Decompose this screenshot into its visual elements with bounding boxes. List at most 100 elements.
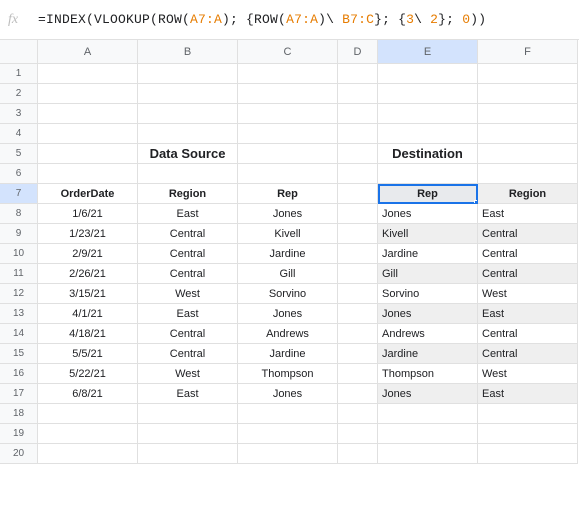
cell-F2[interactable]	[478, 84, 578, 104]
source-region[interactable]: Central	[138, 324, 238, 344]
cell-D7[interactable]	[338, 184, 378, 204]
source-orderdate[interactable]: 1/23/21	[38, 224, 138, 244]
source-region[interactable]: Central	[138, 224, 238, 244]
cell-A6[interactable]	[38, 164, 138, 184]
cell-C18[interactable]	[238, 404, 338, 424]
row-header-13[interactable]: 13	[0, 304, 38, 324]
dest-rep[interactable]: Jardine	[378, 344, 478, 364]
row-header-20[interactable]: 20	[0, 444, 38, 464]
cell-E3[interactable]	[378, 104, 478, 124]
source-region[interactable]: Central	[138, 344, 238, 364]
dest-rep[interactable]: Jones	[378, 384, 478, 404]
source-region[interactable]: West	[138, 364, 238, 384]
dest-region[interactable]: Central	[478, 244, 578, 264]
cell-D20[interactable]	[338, 444, 378, 464]
dest-rep[interactable]: Jardine	[378, 244, 478, 264]
dest-region[interactable]: West	[478, 284, 578, 304]
cell-F1[interactable]	[478, 64, 578, 84]
source-orderdate[interactable]: 2/26/21	[38, 264, 138, 284]
cell-E20[interactable]	[378, 444, 478, 464]
source-header-orderdate[interactable]: OrderDate	[38, 184, 138, 204]
dest-region[interactable]: Central	[478, 324, 578, 344]
row-header-12[interactable]: 12	[0, 284, 38, 304]
column-header-A[interactable]: A	[38, 40, 138, 64]
row-header-16[interactable]: 16	[0, 364, 38, 384]
cell-C6[interactable]	[238, 164, 338, 184]
source-rep[interactable]: Kivell	[238, 224, 338, 244]
cell-D13[interactable]	[338, 304, 378, 324]
cell-E6[interactable]	[378, 164, 478, 184]
source-region[interactable]: Central	[138, 244, 238, 264]
column-header-E[interactable]: E	[378, 40, 478, 64]
destination-title[interactable]: Destination	[378, 144, 478, 164]
source-rep[interactable]: Andrews	[238, 324, 338, 344]
cell-A20[interactable]	[38, 444, 138, 464]
cell-D12[interactable]	[338, 284, 378, 304]
dest-rep[interactable]: Jones	[378, 304, 478, 324]
source-rep[interactable]: Jones	[238, 304, 338, 324]
row-header-10[interactable]: 10	[0, 244, 38, 264]
cell-A5[interactable]	[38, 144, 138, 164]
cell-D9[interactable]	[338, 224, 378, 244]
source-rep[interactable]: Gill	[238, 264, 338, 284]
cell-F18[interactable]	[478, 404, 578, 424]
source-orderdate[interactable]: 6/8/21	[38, 384, 138, 404]
source-region[interactable]: Central	[138, 264, 238, 284]
source-rep[interactable]: Jones	[238, 384, 338, 404]
cell-A4[interactable]	[38, 124, 138, 144]
formula-input[interactable]: =INDEX(VLOOKUP(ROW(A7:A); {ROW(A7:A)\ B7…	[32, 12, 486, 27]
cell-D6[interactable]	[338, 164, 378, 184]
dest-region[interactable]: West	[478, 364, 578, 384]
cell-C2[interactable]	[238, 84, 338, 104]
cell-D18[interactable]	[338, 404, 378, 424]
row-header-7[interactable]: 7	[0, 184, 38, 204]
cell-D4[interactable]	[338, 124, 378, 144]
row-header-19[interactable]: 19	[0, 424, 38, 444]
cell-D15[interactable]	[338, 344, 378, 364]
data-source-title[interactable]: Data Source	[138, 144, 238, 164]
dest-rep[interactable]: Jones	[378, 204, 478, 224]
cell-D17[interactable]	[338, 384, 378, 404]
cell-B6[interactable]	[138, 164, 238, 184]
dest-rep[interactable]: Sorvino	[378, 284, 478, 304]
cell-A3[interactable]	[38, 104, 138, 124]
selection-handle[interactable]	[474, 200, 478, 204]
fx-icon[interactable]: fx	[8, 12, 32, 28]
cell-B2[interactable]	[138, 84, 238, 104]
cell-E2[interactable]	[378, 84, 478, 104]
cell-A19[interactable]	[38, 424, 138, 444]
row-header-1[interactable]: 1	[0, 64, 38, 84]
source-orderdate[interactable]: 3/15/21	[38, 284, 138, 304]
cell-B20[interactable]	[138, 444, 238, 464]
source-header-region[interactable]: Region	[138, 184, 238, 204]
cell-D3[interactable]	[338, 104, 378, 124]
cell-F3[interactable]	[478, 104, 578, 124]
dest-region[interactable]: Central	[478, 264, 578, 284]
dest-header-rep[interactable]: Rep	[378, 184, 478, 204]
row-header-9[interactable]: 9	[0, 224, 38, 244]
cell-A1[interactable]	[38, 64, 138, 84]
cell-C4[interactable]	[238, 124, 338, 144]
cell-D8[interactable]	[338, 204, 378, 224]
cell-D16[interactable]	[338, 364, 378, 384]
cell-C1[interactable]	[238, 64, 338, 84]
cell-D19[interactable]	[338, 424, 378, 444]
row-header-11[interactable]: 11	[0, 264, 38, 284]
dest-region[interactable]: Central	[478, 344, 578, 364]
cell-D11[interactable]	[338, 264, 378, 284]
cell-B3[interactable]	[138, 104, 238, 124]
cell-B1[interactable]	[138, 64, 238, 84]
source-orderdate[interactable]: 4/1/21	[38, 304, 138, 324]
dest-rep[interactable]: Andrews	[378, 324, 478, 344]
cell-D2[interactable]	[338, 84, 378, 104]
row-header-5[interactable]: 5	[0, 144, 38, 164]
source-rep[interactable]: Jardine	[238, 244, 338, 264]
cell-C20[interactable]	[238, 444, 338, 464]
cell-F6[interactable]	[478, 164, 578, 184]
column-header-F[interactable]: F	[478, 40, 578, 64]
source-region[interactable]: East	[138, 384, 238, 404]
dest-region[interactable]: East	[478, 304, 578, 324]
source-rep[interactable]: Sorvino	[238, 284, 338, 304]
source-orderdate[interactable]: 2/9/21	[38, 244, 138, 264]
dest-rep[interactable]: Gill	[378, 264, 478, 284]
